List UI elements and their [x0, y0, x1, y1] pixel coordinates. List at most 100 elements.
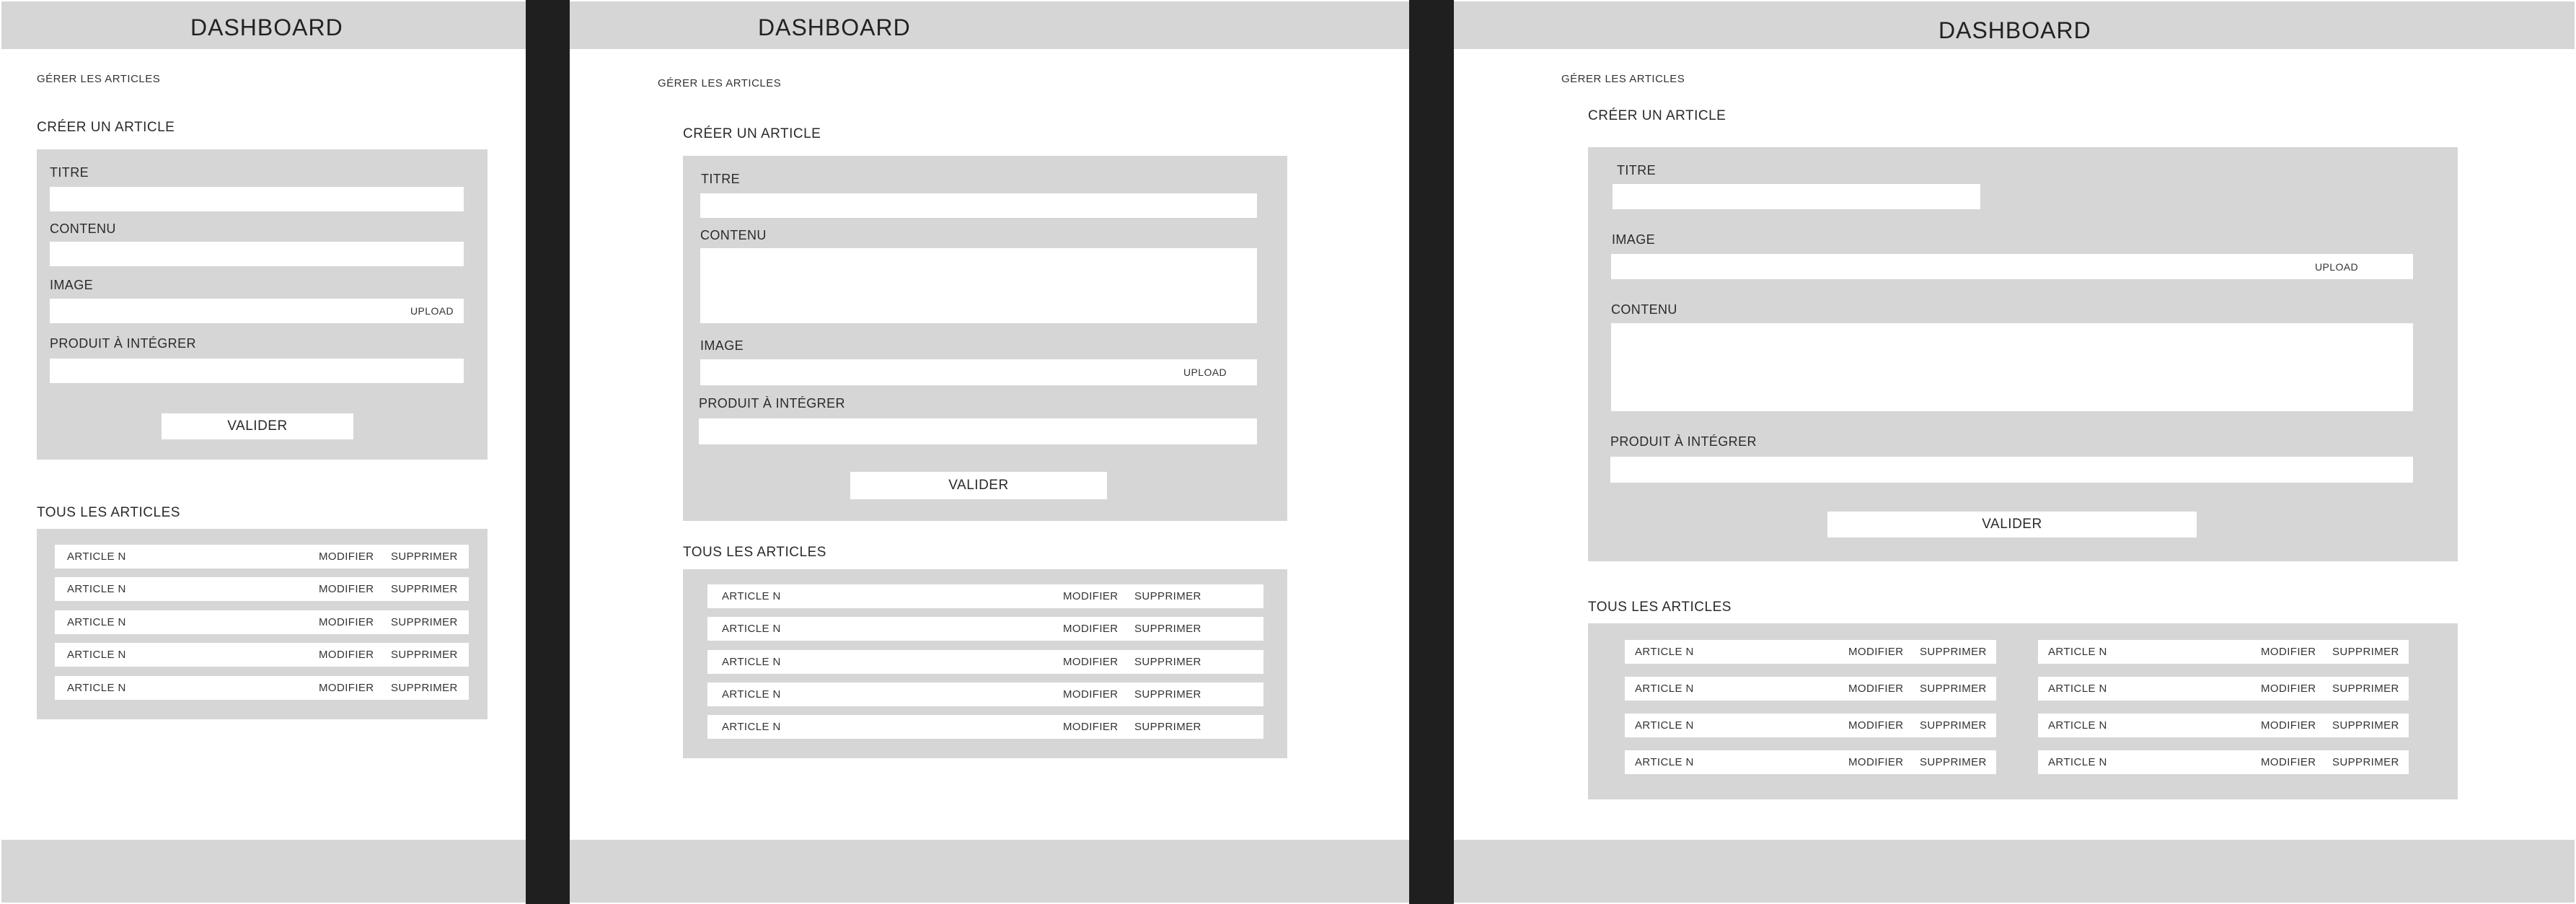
- modifier-link[interactable]: MODIFIER: [2261, 719, 2316, 732]
- nav-manage-articles-link[interactable]: GÉRER LES ARTICLES: [658, 77, 781, 89]
- nav-manage-articles-link[interactable]: GÉRER LES ARTICLES: [1561, 73, 1685, 85]
- footer: [1, 840, 526, 903]
- modifier-link[interactable]: MODIFIER: [319, 682, 374, 694]
- create-article-heading: CRÉER UN ARTICLE: [1588, 108, 1726, 123]
- supprimer-link[interactable]: SUPPRIMER: [2332, 683, 2399, 695]
- supprimer-link[interactable]: SUPPRIMER: [1920, 646, 1987, 658]
- upload-button[interactable]: UPLOAD: [410, 305, 454, 317]
- valider-button[interactable]: VALIDER: [1827, 512, 2197, 537]
- dashboard-title: DASHBOARD: [190, 14, 343, 40]
- article-name: ARTICLE N: [67, 649, 126, 661]
- modifier-link[interactable]: MODIFIER: [1848, 646, 1904, 658]
- article-name: ARTICLE N: [722, 590, 781, 602]
- titre-label: TITRE: [701, 172, 740, 186]
- dashboard-header: DASHBOARD: [1454, 1, 2575, 49]
- supprimer-link[interactable]: SUPPRIMER: [1920, 683, 1987, 695]
- supprimer-link[interactable]: SUPPRIMER: [1920, 756, 1987, 768]
- contenu-label: CONTENU: [1611, 302, 1677, 317]
- modifier-link[interactable]: MODIFIER: [1063, 656, 1119, 668]
- article-name: ARTICLE N: [2048, 683, 2107, 695]
- modifier-link[interactable]: MODIFIER: [319, 649, 374, 661]
- contenu-input[interactable]: [1611, 323, 2413, 411]
- article-name: ARTICLE N: [1635, 756, 1694, 768]
- dashboard-title: DASHBOARD: [1938, 17, 2091, 43]
- tablet-layout-panel: DASHBOARD GÉRER LES ARTICLES CRÉER UN AR…: [570, 1, 1409, 903]
- supprimer-link[interactable]: SUPPRIMER: [391, 682, 458, 694]
- article-name: ARTICLE N: [67, 550, 126, 563]
- modifier-link[interactable]: MODIFIER: [1848, 756, 1904, 768]
- article-name: ARTICLE N: [67, 682, 126, 694]
- upload-button[interactable]: UPLOAD: [2315, 261, 2358, 273]
- valider-button[interactable]: VALIDER: [162, 413, 353, 439]
- create-article-form: TITRE CONTENU IMAGE UPLOAD PRODUIT À INT…: [37, 149, 488, 460]
- produit-label: PRODUIT À INTÉGRER: [50, 336, 196, 351]
- modifier-link[interactable]: MODIFIER: [319, 550, 374, 563]
- modifier-link[interactable]: MODIFIER: [1063, 590, 1119, 602]
- article-row: ARTICLE N MODIFIER SUPPRIMER: [2038, 750, 2409, 774]
- modifier-link[interactable]: MODIFIER: [2261, 646, 2316, 658]
- produit-input[interactable]: [699, 418, 1257, 444]
- supprimer-link[interactable]: SUPPRIMER: [1134, 623, 1201, 635]
- image-input[interactable]: UPLOAD: [700, 359, 1257, 385]
- all-articles-heading: TOUS LES ARTICLES: [683, 545, 826, 560]
- image-input[interactable]: UPLOAD: [50, 299, 464, 323]
- contenu-input[interactable]: [50, 242, 464, 266]
- supprimer-link[interactable]: SUPPRIMER: [391, 616, 458, 628]
- article-name: ARTICLE N: [2048, 719, 2107, 732]
- supprimer-link[interactable]: SUPPRIMER: [1134, 656, 1201, 668]
- all-articles-heading: TOUS LES ARTICLES: [37, 505, 180, 520]
- article-row: ARTICLE N MODIFIER SUPPRIMER: [55, 577, 469, 601]
- produit-input[interactable]: [50, 359, 464, 383]
- article-row: ARTICLE N MODIFIER SUPPRIMER: [1625, 714, 1996, 737]
- supprimer-link[interactable]: SUPPRIMER: [2332, 756, 2399, 768]
- modifier-link[interactable]: MODIFIER: [2261, 756, 2316, 768]
- titre-input[interactable]: [700, 193, 1257, 218]
- article-row: ARTICLE N MODIFIER SUPPRIMER: [55, 643, 469, 667]
- modifier-link[interactable]: MODIFIER: [1848, 719, 1904, 732]
- article-row: ARTICLE N MODIFIER SUPPRIMER: [707, 683, 1263, 706]
- modifier-link[interactable]: MODIFIER: [2261, 683, 2316, 695]
- create-article-form: TITRE IMAGE UPLOAD CONTENU PRODUIT À INT…: [1588, 147, 2458, 561]
- contenu-input[interactable]: [700, 248, 1257, 323]
- titre-input[interactable]: [50, 187, 464, 211]
- modifier-link[interactable]: MODIFIER: [1063, 623, 1119, 635]
- article-row: ARTICLE N MODIFIER SUPPRIMER: [2038, 640, 2409, 664]
- supprimer-link[interactable]: SUPPRIMER: [1134, 721, 1201, 733]
- produit-input[interactable]: [1610, 457, 2413, 483]
- contenu-label: CONTENU: [50, 221, 116, 236]
- articles-list: ARTICLE N MODIFIER SUPPRIMER ARTICLE N M…: [37, 529, 488, 719]
- supprimer-link[interactable]: SUPPRIMER: [2332, 719, 2399, 732]
- nav-manage-articles-link[interactable]: GÉRER LES ARTICLES: [37, 73, 160, 85]
- footer: [570, 840, 1409, 903]
- modifier-link[interactable]: MODIFIER: [1848, 683, 1904, 695]
- article-row: ARTICLE N MODIFIER SUPPRIMER: [2038, 677, 2409, 701]
- create-article-form: TITRE CONTENU IMAGE UPLOAD PRODUIT À INT…: [683, 156, 1287, 521]
- titre-label: TITRE: [1617, 163, 1656, 177]
- supprimer-link[interactable]: SUPPRIMER: [2332, 646, 2399, 658]
- supprimer-link[interactable]: SUPPRIMER: [1920, 719, 1987, 732]
- modifier-link[interactable]: MODIFIER: [1063, 688, 1119, 701]
- create-article-heading: CRÉER UN ARTICLE: [37, 120, 175, 135]
- supprimer-link[interactable]: SUPPRIMER: [391, 583, 458, 595]
- contenu-label: CONTENU: [700, 228, 767, 242]
- mobile-layout-panel: DASHBOARD GÉRER LES ARTICLES CRÉER UN AR…: [1, 1, 526, 903]
- supprimer-link[interactable]: SUPPRIMER: [391, 649, 458, 661]
- supprimer-link[interactable]: SUPPRIMER: [391, 550, 458, 563]
- valider-button[interactable]: VALIDER: [850, 472, 1107, 499]
- article-row: ARTICLE N MODIFIER SUPPRIMER: [707, 715, 1263, 739]
- dashboard-title: DASHBOARD: [758, 14, 911, 40]
- supprimer-link[interactable]: SUPPRIMER: [1134, 590, 1201, 602]
- modifier-link[interactable]: MODIFIER: [319, 583, 374, 595]
- modifier-link[interactable]: MODIFIER: [319, 616, 374, 628]
- article-row: ARTICLE N MODIFIER SUPPRIMER: [2038, 714, 2409, 737]
- image-label: IMAGE: [700, 338, 744, 353]
- articles-list: ARTICLE N MODIFIER SUPPRIMER ARTICLE N M…: [683, 569, 1287, 758]
- produit-label: PRODUIT À INTÉGRER: [699, 396, 845, 411]
- image-input[interactable]: UPLOAD: [1611, 254, 2413, 279]
- supprimer-link[interactable]: SUPPRIMER: [1134, 688, 1201, 701]
- panel-separator: [1409, 0, 1454, 904]
- upload-button[interactable]: UPLOAD: [1183, 367, 1227, 378]
- titre-input[interactable]: [1613, 184, 1980, 209]
- article-name: ARTICLE N: [1635, 719, 1694, 732]
- modifier-link[interactable]: MODIFIER: [1063, 721, 1119, 733]
